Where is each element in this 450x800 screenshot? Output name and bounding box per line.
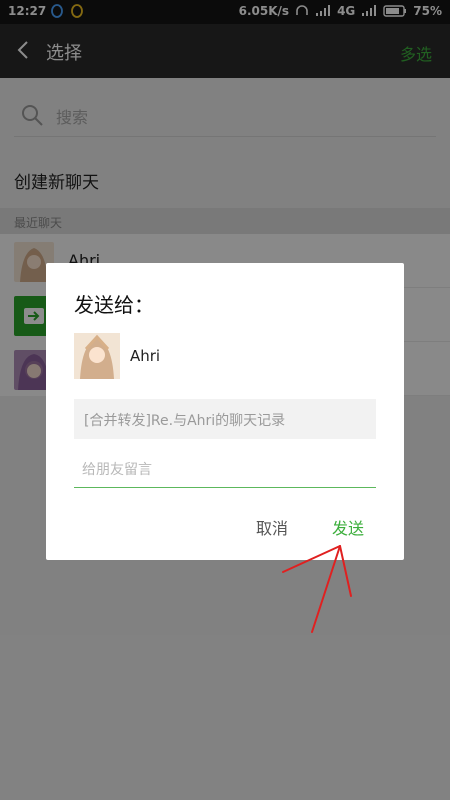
annotation-arrow (282, 545, 352, 633)
annotation-arrow-head-right (339, 545, 352, 597)
annotation-arrow-shaft (311, 545, 341, 633)
annotation-arrow-head-left (282, 545, 341, 573)
